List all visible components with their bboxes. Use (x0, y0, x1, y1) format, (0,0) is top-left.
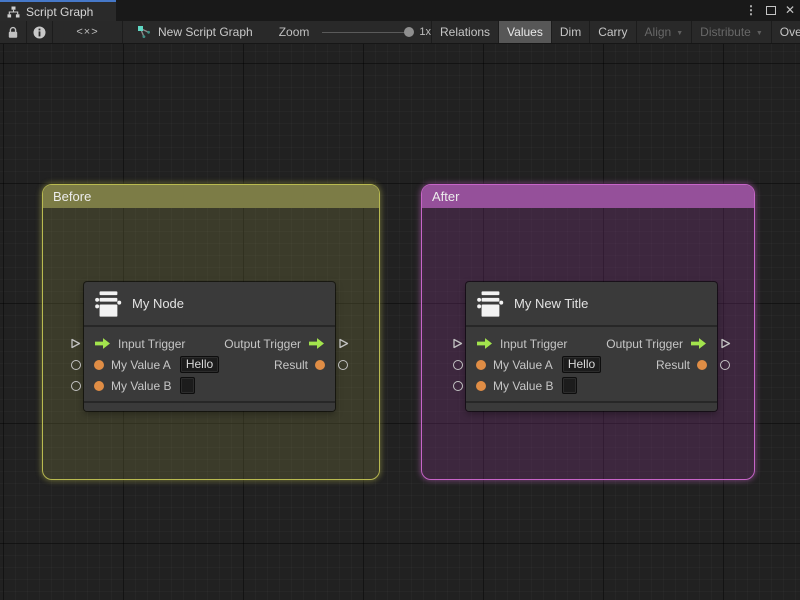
zoom-label: Zoom (278, 25, 310, 39)
my-value-a-label: My Value A (111, 357, 171, 372)
value-port-dot (697, 359, 707, 370)
value-a-input[interactable]: Hello (179, 356, 220, 373)
node-footer (466, 401, 717, 411)
tab-title: Script Graph (26, 4, 94, 19)
graph-toolbar: <×> New Script Graph Zoom 1x Relations V… (0, 21, 800, 44)
value-input-port-a[interactable] (453, 360, 463, 370)
node-before[interactable]: My Node Input Trigger Output Trigger My … (71, 282, 349, 411)
my-value-b-label: My Value B (493, 378, 554, 393)
value-port-dot (476, 359, 486, 370)
values-button[interactable]: Values (499, 21, 551, 43)
node-after[interactable]: My New Title Input Trigger Output Trigge… (453, 282, 731, 411)
chevron-down-icon: ▼ (676, 29, 684, 37)
group-after-header[interactable]: After (422, 185, 754, 208)
result-output-port[interactable] (338, 360, 348, 370)
node-footer (84, 401, 335, 411)
value-port-dot (476, 380, 486, 391)
chevron-down-icon: ▼ (755, 29, 763, 37)
value-port-dot (315, 359, 325, 370)
group-before-header[interactable]: Before (43, 185, 379, 208)
value-input-port-b[interactable] (71, 381, 81, 391)
value-input-port-b[interactable] (453, 381, 463, 391)
trigger-row: Input Trigger Output Trigger (466, 333, 717, 354)
node-title: My Node (132, 296, 185, 311)
align-button[interactable]: Align ▼ (637, 21, 692, 43)
trigger-row: Input Trigger Output Trigger (84, 333, 335, 354)
node-before-header[interactable]: My Node (84, 282, 335, 327)
flow-input-port[interactable] (70, 338, 81, 349)
node-after-header[interactable]: My New Title (466, 282, 717, 327)
relations-label: Relations (440, 25, 491, 39)
tab-script-graph[interactable]: Script Graph (0, 0, 116, 21)
flow-arrow-icon (308, 337, 325, 350)
result-label: Result (655, 357, 690, 372)
graph-name-label: New Script Graph (158, 25, 253, 39)
input-trigger-label: Input Trigger (500, 336, 568, 351)
close-icon[interactable]: ✕ (785, 4, 795, 16)
group-before-title: Before (53, 189, 92, 204)
value-a-row: My Value A Hello Result (466, 354, 717, 375)
flow-input-port[interactable] (452, 338, 463, 349)
value-b-row: My Value B (466, 375, 717, 396)
unit-node-icon (93, 289, 123, 319)
zoom-slider-handle[interactable] (404, 26, 415, 37)
hierarchy-icon (7, 6, 20, 18)
node-before-body: Input Trigger Output Trigger My Value A … (84, 327, 335, 396)
my-value-b-label: My Value B (111, 378, 172, 393)
flow-arrow-icon (690, 337, 707, 350)
distribute-button[interactable]: Distribute ▼ (692, 21, 771, 43)
carry-button[interactable]: Carry (590, 21, 635, 43)
unit-node-icon (475, 289, 505, 319)
window-menu-icon[interactable]: ⋮ (745, 4, 757, 16)
window-controls: ⋮ ✕ (745, 0, 795, 20)
flow-output-port[interactable] (720, 338, 731, 349)
value-b-input[interactable] (180, 377, 196, 394)
value-a-row: My Value A Hello Result (84, 354, 335, 375)
overview-label: Overview (779, 25, 800, 39)
output-trigger-label: Output Trigger (224, 336, 301, 351)
script-graph-window: Script Graph ⋮ ✕ <×> New Script Graph Zo… (0, 0, 800, 600)
distribute-label: Distribute (700, 25, 751, 39)
input-trigger-label: Input Trigger (118, 336, 186, 351)
value-port-dot (94, 380, 104, 391)
script-graph-asset-icon (137, 25, 151, 39)
value-b-row: My Value B (84, 375, 335, 396)
output-trigger-label: Output Trigger (606, 336, 683, 351)
value-b-input[interactable] (562, 377, 578, 394)
value-a-input[interactable]: Hello (561, 356, 602, 373)
value-input-port-a[interactable] (71, 360, 81, 370)
maximize-icon[interactable] (765, 5, 776, 15)
flow-arrow-icon (476, 337, 493, 350)
flow-arrow-icon (94, 337, 111, 350)
zoom-slider[interactable] (322, 26, 415, 37)
graph-canvas[interactable]: Before After My Node Input Trigger Outpu… (0, 44, 800, 600)
dim-label: Dim (559, 25, 582, 39)
code-icon: <×> (76, 26, 99, 38)
overview-button[interactable]: Overview (772, 21, 800, 43)
my-value-a-label: My Value A (493, 357, 553, 372)
lock-icon (7, 26, 19, 39)
result-output-port[interactable] (720, 360, 730, 370)
result-label: Result (273, 357, 308, 372)
zoom-value: 1x (419, 26, 432, 38)
flow-output-port[interactable] (338, 338, 349, 349)
relations-button[interactable]: Relations (432, 21, 498, 43)
graph-name: New Script Graph (123, 21, 253, 43)
info-icon (33, 26, 46, 39)
inspector-button[interactable] (27, 21, 52, 43)
tab-bar: Script Graph ⋮ ✕ (0, 0, 800, 21)
group-after-title: After (432, 189, 460, 204)
node-after-body: Input Trigger Output Trigger My Value A … (466, 327, 717, 396)
node-title: My New Title (514, 296, 589, 311)
carry-label: Carry (598, 25, 628, 39)
align-label: Align (644, 25, 672, 39)
lock-button[interactable] (0, 21, 26, 43)
dim-button[interactable]: Dim (552, 21, 589, 43)
zoom-control: Zoom 1x (279, 21, 431, 43)
values-label: Values (507, 25, 543, 39)
code-view-button[interactable]: <×> (53, 21, 122, 43)
value-port-dot (94, 359, 104, 370)
